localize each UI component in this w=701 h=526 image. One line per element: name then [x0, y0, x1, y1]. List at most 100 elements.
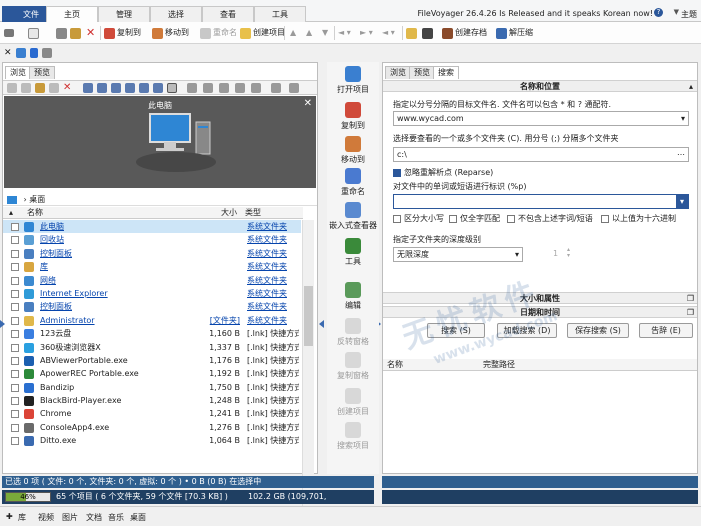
- depth-stepper-icon[interactable]: ▴ ▾: [567, 247, 570, 259]
- theme-dropdown-icon[interactable]: ▼: [674, 8, 679, 16]
- move-to-button[interactable]: 移动到: [152, 26, 189, 40]
- file-row[interactable]: ConsoleApp4.exe 1,276 B [.lnk] 快捷方式: [3, 421, 301, 434]
- save-icon[interactable]: [42, 48, 52, 58]
- tab-browse-right[interactable]: 浏览: [385, 66, 411, 79]
- hamburger-icon[interactable]: [4, 26, 14, 40]
- theme-label[interactable]: 主题: [681, 9, 697, 20]
- forward-icon[interactable]: ► ▾: [360, 26, 373, 40]
- row-checkbox[interactable]: [11, 276, 19, 285]
- depth-select[interactable]: 无限深度 ▾: [393, 247, 523, 262]
- select-all-icon[interactable]: [187, 83, 197, 93]
- up-arrow-2-icon[interactable]: ▲: [306, 26, 312, 40]
- down-arrow-icon[interactable]: ▼: [322, 26, 328, 40]
- tab-select[interactable]: 选择: [150, 6, 202, 22]
- column-size[interactable]: 大小: [221, 207, 237, 219]
- row-checkbox[interactable]: [11, 249, 19, 258]
- cut-icon[interactable]: [56, 26, 67, 40]
- row-checkbox[interactable]: [11, 330, 19, 339]
- row-checkbox[interactable]: [11, 397, 19, 406]
- phrase-input[interactable]: ▾: [393, 194, 689, 209]
- bluetooth-icon[interactable]: [30, 48, 38, 58]
- option-hex[interactable]: 以上值为十六进制: [601, 213, 676, 224]
- copy-icon[interactable]: [21, 83, 31, 93]
- filename-input[interactable]: www.wycad.com ▾: [393, 111, 689, 126]
- parent-folder-icon[interactable]: ◄ ▾: [382, 26, 395, 40]
- view-icons-icon[interactable]: [111, 83, 121, 93]
- command-move-to[interactable]: 移动到: [327, 136, 379, 165]
- filter-icon[interactable]: [235, 83, 245, 93]
- copy-to-button[interactable]: 复制到: [104, 26, 141, 40]
- library-item[interactable]: 文档: [86, 512, 102, 523]
- copy-path-icon[interactable]: [49, 83, 59, 93]
- collapse-icon[interactable]: ▴: [689, 81, 693, 92]
- paste-icon[interactable]: [35, 83, 45, 93]
- close-search-button[interactable]: 告辞 (E): [639, 323, 693, 338]
- command-open-item[interactable]: 打开项目: [327, 66, 379, 95]
- file-row[interactable]: 回收站 系统文件夹: [3, 233, 301, 246]
- sort-icon[interactable]: [251, 83, 261, 93]
- up-arrow-icon[interactable]: ▲: [290, 26, 296, 40]
- command-reverse-panes[interactable]: 反转窗格: [327, 318, 379, 347]
- row-checkbox[interactable]: [11, 437, 19, 446]
- view-content-icon[interactable]: [167, 83, 177, 93]
- library-item[interactable]: 桌面: [130, 512, 146, 523]
- create-archive-button[interactable]: 创建存档: [442, 26, 487, 40]
- file-row[interactable]: BlackBird-Player.exe 1,248 B [.lnk] 快捷方式: [3, 394, 301, 407]
- file-row[interactable]: 库 系统文件夹: [3, 260, 301, 273]
- close-preview-icon[interactable]: ✕: [304, 98, 312, 109]
- breadcrumb-desktop[interactable]: 桌面: [29, 195, 45, 204]
- left-expand-arrow-icon[interactable]: [0, 320, 5, 328]
- file-row[interactable]: Chrome 1,241 B [.lnk] 快捷方式: [3, 407, 301, 420]
- library-item[interactable]: 图片: [62, 512, 78, 523]
- results-column-path[interactable]: 完整路径: [483, 359, 515, 371]
- row-checkbox[interactable]: [11, 236, 19, 245]
- filename-dropdown-icon[interactable]: ▾: [681, 112, 685, 125]
- browse-folders-icon[interactable]: …: [677, 146, 685, 159]
- file-row[interactable]: Ditto.exe 1,064 B [.lnk] 快捷方式: [3, 434, 301, 447]
- row-checkbox[interactable]: [11, 356, 19, 365]
- row-checkbox[interactable]: [11, 263, 19, 272]
- option-whole-word[interactable]: 仅全字匹配: [449, 213, 500, 224]
- expand-icon[interactable]: ▴: [9, 207, 13, 219]
- vertical-scrollbar[interactable]: [302, 220, 314, 507]
- open-folder-icon[interactable]: [406, 26, 417, 40]
- help-icon[interactable]: ?: [654, 8, 663, 17]
- command-rename[interactable]: 重命名: [327, 168, 379, 197]
- file-row[interactable]: 123云盘 1,160 B [.lnk] 快捷方式: [3, 327, 301, 340]
- command-embedded-viewer[interactable]: 嵌入式查看器: [327, 202, 379, 231]
- file-row[interactable]: Bandizip 1,750 B [.lnk] 快捷方式: [3, 381, 301, 394]
- row-checkbox[interactable]: [11, 423, 19, 432]
- row-checkbox[interactable]: [11, 370, 19, 379]
- pin-icon[interactable]: ✚: [6, 512, 13, 521]
- restore-icon[interactable]: ❐: [687, 307, 694, 318]
- view-tiles-icon[interactable]: [125, 83, 135, 93]
- up-level-icon[interactable]: [271, 83, 281, 93]
- depth-dropdown-icon[interactable]: ▾: [515, 248, 519, 261]
- create-item-button[interactable]: 创建项目: [240, 26, 285, 40]
- row-checkbox[interactable]: [11, 223, 19, 231]
- file-row[interactable]: 控制面板 系统文件夹: [3, 300, 301, 313]
- invert-select-icon[interactable]: [219, 83, 229, 93]
- scroll-thumb[interactable]: [304, 286, 313, 346]
- file-row[interactable]: Internet Explorer 系统文件夹: [3, 287, 301, 300]
- settings-icon[interactable]: [289, 83, 299, 93]
- column-type[interactable]: 类型: [245, 207, 261, 219]
- file-row[interactable]: ApowerREC Portable.exe 1,192 B [.lnk] 快捷方式: [3, 367, 301, 380]
- phrase-dropdown-icon[interactable]: ▾: [676, 195, 688, 208]
- view-list-icon[interactable]: [97, 83, 107, 93]
- tab-preview-left[interactable]: 预览: [29, 66, 55, 79]
- file-row[interactable]: Administrator [文件夹] 系统文件夹: [3, 314, 301, 327]
- file-row[interactable]: ABViewerPortable.exe 1,176 B [.lnk] 快捷方式: [3, 354, 301, 367]
- row-checkbox[interactable]: [11, 303, 19, 312]
- library-item[interactable]: 音乐: [108, 512, 124, 523]
- delete-icon[interactable]: ✕: [63, 83, 73, 93]
- command-edit[interactable]: 编辑: [327, 282, 379, 311]
- breadcrumb[interactable]: › 桌面: [3, 193, 317, 206]
- library-item[interactable]: 视频: [38, 512, 54, 523]
- command-search-item[interactable]: 搜索项目: [327, 422, 379, 451]
- section-size-attributes[interactable]: 大小和属性 ❐: [383, 292, 697, 304]
- terminal-icon[interactable]: [422, 26, 433, 40]
- library-item[interactable]: 库: [18, 512, 26, 523]
- folders-input[interactable]: c:\ …: [393, 147, 689, 162]
- back-icon[interactable]: ◄ ▾: [338, 26, 351, 40]
